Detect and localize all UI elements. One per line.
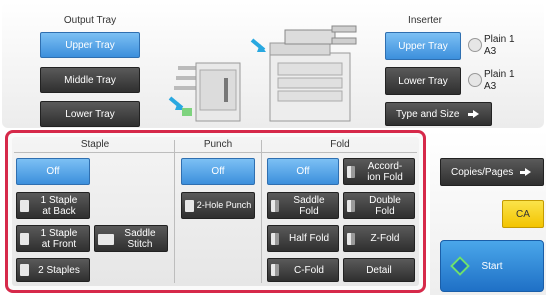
two-hole-punch-button[interactable]: 2-Hole Punch [181,192,255,219]
arrow-right-icon [520,168,532,176]
staple-back-icon [20,199,29,212]
z-fold-button[interactable]: Z-Fold [343,225,415,252]
staple-one-front-button[interactable]: 1 Staple at Front [16,225,90,252]
double-fold-icon [347,199,355,212]
staple-off-button[interactable]: Off [16,158,90,185]
punch-icon [185,199,194,212]
accordion-fold-line1: Accord- [367,160,403,172]
staple-one-front-line2: at Front [41,238,77,250]
fold-detail-button[interactable]: Detail [343,258,415,282]
start-label: Start [481,260,503,272]
paper-type-icon [468,73,482,87]
z-fold-icon [347,232,355,245]
accordion-fold-line2: ion Fold [367,171,403,183]
start-icon [450,256,470,276]
half-fold-icon [271,232,279,245]
staple-one-back-line2: at Back [42,205,76,217]
saddle-fold-line2: Fold [299,205,319,217]
arrow-right-icon [468,110,480,118]
inserter-lower-paper-type: Plain 1 [484,69,515,80]
machine-illustration-icon [168,25,357,122]
output-upper-tray-button[interactable]: Upper Tray [40,32,140,58]
accordion-fold-label: Accord-ion Fold [355,161,403,183]
paper-type-icon [468,38,482,52]
double-fold-button[interactable]: Double Fold [343,192,415,219]
inserter-upper-paper-size: A3 [484,46,497,57]
saddle-fold-label: Saddle Fold [281,195,324,217]
staple-one-back-label: 1 Staple at Back [29,195,78,217]
punch-title: Punch [203,139,233,150]
c-fold-label: C-Fold [293,264,324,276]
z-fold-label: Z-Fold [370,233,400,244]
staple-one-front-line1: 1 Staple [40,227,78,239]
punch-off-button[interactable]: Off [181,158,255,185]
saddle-stitch-line2: Stitch [127,238,153,250]
saddle-stitch-icon [98,233,114,245]
clear-all-button[interactable]: CA [502,200,544,228]
start-button[interactable]: Start [440,240,544,292]
output-lower-tray-button[interactable]: Lower Tray [40,101,140,127]
saddle-fold-icon [271,199,279,212]
half-fold-button[interactable]: Half Fold [267,225,339,252]
type-and-size-button[interactable]: Type and Size [385,102,492,126]
type-and-size-label: Type and Size [396,108,460,120]
inserter-upper-tray-button[interactable]: Upper Tray [385,32,461,60]
c-fold-icon [271,264,279,276]
saddle-fold-line1: Saddle [293,194,325,206]
staple-title: Staple [80,139,110,150]
saddle-stitch-line1: Saddle [124,227,156,239]
two-staples-label: 2 Staples [38,264,80,276]
inserter-lower-tray-button[interactable]: Lower Tray [385,67,461,95]
inserter-upper-paper-type: Plain 1 [484,34,515,45]
copies-pages-label: Copies/Pages [451,166,514,178]
staple-front-icon [20,232,29,245]
inserter-title: Inserter [408,15,442,26]
double-fold-label: Double Fold [357,195,401,217]
saddle-fold-button[interactable]: Saddle Fold [267,192,339,219]
saddle-stitch-button[interactable]: Saddle Stitch [94,225,168,252]
c-fold-button[interactable]: C-Fold [267,258,339,282]
accordion-fold-button[interactable]: Accord-ion Fold [343,158,415,185]
fold-off-button[interactable]: Off [267,158,339,185]
output-middle-tray-button[interactable]: Middle Tray [40,67,140,93]
double-fold-line2: Fold [375,205,395,217]
copies-pages-button[interactable]: Copies/Pages [440,158,544,186]
fold-title: Fold [330,139,350,150]
output-tray-title: Output Tray [63,15,117,26]
staple-one-back-button[interactable]: 1 Staple at Back [16,192,90,219]
staple-one-back-line1: 1 Staple [40,194,78,206]
two-staples-icon [20,264,29,276]
two-staples-button[interactable]: 2 Staples [16,258,90,282]
divider [174,140,175,283]
two-hole-punch-label: 2-Hole Punch [196,200,252,210]
divider [14,152,417,153]
double-fold-line1: Double [369,194,401,206]
inserter-lower-paper-size: A3 [484,81,497,92]
half-fold-label: Half Fold [288,233,329,244]
staple-one-front-label: 1 Staple at Front [29,228,78,250]
divider [261,140,262,283]
accordion-fold-icon [347,165,355,178]
